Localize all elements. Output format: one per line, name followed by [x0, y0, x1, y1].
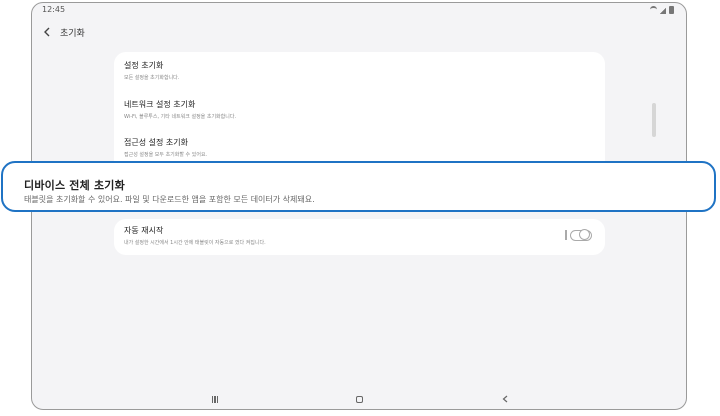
- list-item-reset-settings[interactable]: 설정 초기화 모든 설정을 초기화합니다.: [124, 60, 595, 81]
- status-bar: 12:45: [32, 3, 686, 19]
- callout-title: 디바이스 전체 초기화: [24, 179, 125, 192]
- recents-icon[interactable]: [208, 393, 222, 405]
- home-glyph: [355, 395, 363, 403]
- list-item-reset-accessibility[interactable]: 접근성 설정 초기화 접근성 설정을 모두 초기화할 수 있어요.: [124, 137, 595, 158]
- item-title: 접근성 설정 초기화: [124, 138, 188, 147]
- item-description: 접근성 설정을 모두 초기화할 수 있어요.: [124, 152, 208, 158]
- item-title: 자동 재시작: [124, 226, 164, 235]
- item-title: 설정 초기화: [124, 61, 164, 70]
- settings-card: 설정 초기화 모든 설정을 초기화합니다. 네트워크 설정 초기화 Wi-Fi,…: [114, 52, 605, 177]
- recents-glyph: [211, 395, 219, 403]
- item-description: Wi-Fi, 블루투스, 기타 네트워크 설정을 초기화합니다.: [124, 114, 237, 120]
- status-icons: [650, 6, 674, 14]
- callout-description: 태블릿을 초기화할 수 있어요. 파일 및 다운로드한 앱을 포함한 모든 데이…: [24, 195, 315, 204]
- app-bar: 초기화: [42, 23, 85, 41]
- side-button: [652, 103, 656, 137]
- factory-reset-callout[interactable]: 디바이스 전체 초기화 태블릿을 초기화할 수 있어요. 파일 및 다운로드한 …: [1, 161, 716, 212]
- signal-icon: [660, 6, 666, 14]
- toggle-knob: [579, 229, 590, 240]
- list-item-auto-restart[interactable]: 자동 재시작 내가 설정한 시간에서 1시간 안에 태블릿이 자동으로 껐다 켜…: [124, 225, 545, 246]
- status-time: 12:45: [42, 5, 66, 14]
- item-title: 네트워크 설정 초기화: [124, 100, 196, 109]
- navigation-bar: [32, 389, 686, 409]
- auto-restart-card: 자동 재시작 내가 설정한 시간에서 1시간 안에 태블릿이 자동으로 껐다 켜…: [114, 219, 605, 255]
- item-description: 내가 설정한 시간에서 1시간 안에 태블릿이 자동으로 껐다 켜집니다.: [124, 240, 266, 246]
- back-arrow-icon[interactable]: [42, 25, 52, 39]
- auto-restart-toggle[interactable]: [565, 229, 593, 241]
- home-icon[interactable]: [352, 393, 366, 405]
- list-item-reset-network[interactable]: 네트워크 설정 초기화 Wi-Fi, 블루투스, 기타 네트워크 설정을 초기화…: [124, 99, 595, 120]
- wifi-icon: [650, 6, 657, 14]
- nav-back-icon[interactable]: [498, 393, 512, 405]
- page-title: 초기화: [60, 28, 85, 39]
- battery-icon: [669, 6, 674, 14]
- toggle-divider: [565, 230, 567, 240]
- item-description: 모든 설정을 초기화합니다.: [124, 75, 180, 81]
